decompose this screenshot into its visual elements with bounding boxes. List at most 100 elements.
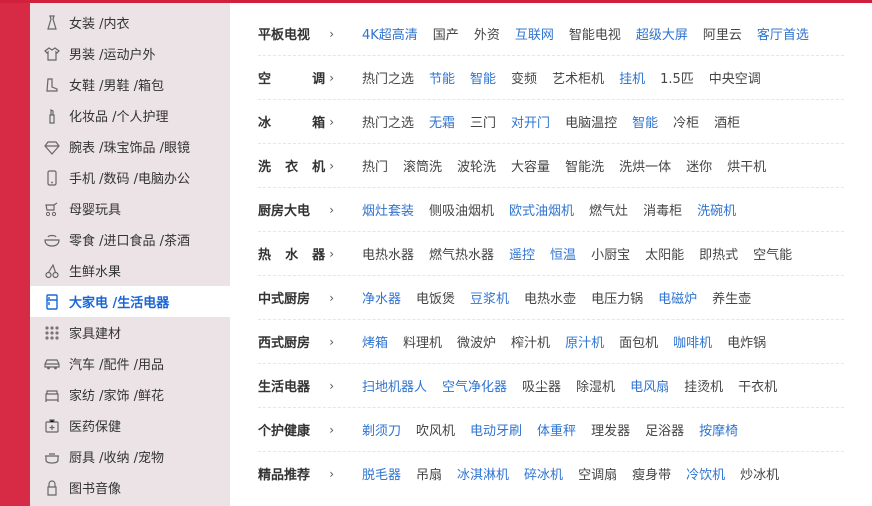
- subcategory-link[interactable]: 料理机: [403, 332, 442, 351]
- subcategory-link[interactable]: 体重秤: [537, 420, 576, 439]
- sidebar-item[interactable]: 女鞋 /男鞋 /箱包: [30, 69, 230, 100]
- subcategory-link[interactable]: 烟灶套装: [362, 200, 414, 219]
- subcategory-link[interactable]: 电饭煲: [416, 288, 455, 307]
- subcategory-link[interactable]: 碎冰机: [524, 464, 563, 483]
- subcategory-link[interactable]: 电脑温控: [565, 112, 617, 131]
- subcategory-link[interactable]: 足浴器: [645, 420, 684, 439]
- subcategory-link[interactable]: 面包机: [619, 332, 658, 351]
- subcategory-link[interactable]: 扫地机器人: [362, 376, 427, 395]
- subcategory-link[interactable]: 阿里云: [703, 24, 742, 43]
- subcategory-link[interactable]: 除湿机: [576, 376, 615, 395]
- subcategory-link[interactable]: 中央空调: [709, 68, 761, 87]
- sidebar-item[interactable]: 男装 /运动户外: [30, 38, 230, 69]
- subcategory-link[interactable]: 空气能: [753, 244, 792, 263]
- subcategory-link[interactable]: 榨汁机: [511, 332, 550, 351]
- subcategory-link[interactable]: 互联网: [515, 24, 554, 43]
- subcategory-link[interactable]: 电热水壶: [524, 288, 576, 307]
- category-title[interactable]: 个护健康 ›: [258, 420, 334, 440]
- subcategory-link[interactable]: 节能: [429, 68, 455, 87]
- subcategory-link[interactable]: 烤箱: [362, 332, 388, 351]
- subcategory-link[interactable]: 侧吸油烟机: [429, 200, 494, 219]
- subcategory-link[interactable]: 智能洗: [565, 156, 604, 175]
- subcategory-link[interactable]: 冰淇淋机: [457, 464, 509, 483]
- subcategory-link[interactable]: 养生壶: [712, 288, 751, 307]
- subcategory-link[interactable]: 电炸锅: [727, 332, 766, 351]
- subcategory-link[interactable]: 1.5匹: [660, 68, 694, 87]
- sidebar-item[interactable]: 大家电 /生活电器: [30, 286, 230, 317]
- subcategory-link[interactable]: 超级大屏: [636, 24, 688, 43]
- sidebar-item[interactable]: 手机 /数码 /电脑办公: [30, 162, 230, 193]
- subcategory-link[interactable]: 冷柜: [673, 112, 699, 131]
- subcategory-link[interactable]: 电热水器: [362, 244, 414, 263]
- subcategory-link[interactable]: 燃气热水器: [429, 244, 494, 263]
- subcategory-link[interactable]: 电风扇: [630, 376, 669, 395]
- subcategory-link[interactable]: 挂机: [619, 68, 645, 87]
- subcategory-link[interactable]: 吸尘器: [522, 376, 561, 395]
- subcategory-link[interactable]: 吊扇: [416, 464, 442, 483]
- sidebar-item[interactable]: 母婴玩具: [30, 193, 230, 224]
- subcategory-link[interactable]: 迷你: [686, 156, 712, 175]
- subcategory-link[interactable]: 冷饮机: [686, 464, 725, 483]
- subcategory-link[interactable]: 原汁机: [565, 332, 604, 351]
- category-title[interactable]: 生活电器 ›: [258, 376, 334, 396]
- sidebar-item[interactable]: 家具建材: [30, 317, 230, 348]
- sidebar-item[interactable]: 生鲜水果: [30, 255, 230, 286]
- sidebar-item[interactable]: 厨具 /收纳 /宠物: [30, 441, 230, 472]
- subcategory-link[interactable]: 无霜: [429, 112, 455, 131]
- subcategory-link[interactable]: 炒冰机: [740, 464, 779, 483]
- subcategory-link[interactable]: 咖啡机: [673, 332, 712, 351]
- subcategory-link[interactable]: 干衣机: [738, 376, 777, 395]
- subcategory-link[interactable]: 滚筒洗: [403, 156, 442, 175]
- subcategory-link[interactable]: 艺术柜机: [552, 68, 604, 87]
- category-title[interactable]: 空调 ›: [258, 68, 334, 88]
- category-title[interactable]: 热水器 ›: [258, 244, 334, 264]
- subcategory-link[interactable]: 豆浆机: [470, 288, 509, 307]
- subcategory-link[interactable]: 智能: [632, 112, 658, 131]
- subcategory-link[interactable]: 电动牙刷: [470, 420, 522, 439]
- subcategory-link[interactable]: 热门之选: [362, 68, 414, 87]
- sidebar-item[interactable]: 化妆品 /个人护理: [30, 100, 230, 131]
- subcategory-link[interactable]: 即热式: [699, 244, 738, 263]
- subcategory-link[interactable]: 净水器: [362, 288, 401, 307]
- subcategory-link[interactable]: 挂烫机: [684, 376, 723, 395]
- subcategory-link[interactable]: 国产: [433, 24, 459, 43]
- category-title[interactable]: 中式厨房 ›: [258, 288, 334, 308]
- subcategory-link[interactable]: 洗烘一体: [619, 156, 671, 175]
- sidebar-item[interactable]: 家纺 /家饰 /鲜花: [30, 379, 230, 410]
- subcategory-link[interactable]: 小厨宝: [591, 244, 630, 263]
- sidebar-item[interactable]: 汽车 /配件 /用品: [30, 348, 230, 379]
- subcategory-link[interactable]: 智能: [470, 68, 496, 87]
- subcategory-link[interactable]: 烘干机: [727, 156, 766, 175]
- sidebar-item[interactable]: 图书音像: [30, 472, 230, 503]
- category-title[interactable]: 厨房大电 ›: [258, 200, 334, 220]
- subcategory-link[interactable]: 剃须刀: [362, 420, 401, 439]
- subcategory-link[interactable]: 燃气灶: [589, 200, 628, 219]
- subcategory-link[interactable]: 对开门: [511, 112, 550, 131]
- category-title[interactable]: 精品推荐 ›: [258, 464, 334, 484]
- sidebar-item[interactable]: 零食 /进口食品 /茶酒: [30, 224, 230, 255]
- subcategory-link[interactable]: 智能电视: [569, 24, 621, 43]
- subcategory-link[interactable]: 客厅首选: [757, 24, 809, 43]
- subcategory-link[interactable]: 外资: [474, 24, 500, 43]
- sidebar-item[interactable]: 医药保健: [30, 410, 230, 441]
- subcategory-link[interactable]: 脱毛器: [362, 464, 401, 483]
- subcategory-link[interactable]: 遥控: [509, 244, 535, 263]
- subcategory-link[interactable]: 微波炉: [457, 332, 496, 351]
- sidebar-item[interactable]: 女装 /内衣: [30, 7, 230, 38]
- category-title[interactable]: 西式厨房 ›: [258, 332, 334, 352]
- subcategory-link[interactable]: 瘦身带: [632, 464, 671, 483]
- subcategory-link[interactable]: 消毒柜: [643, 200, 682, 219]
- subcategory-link[interactable]: 电压力锅: [591, 288, 643, 307]
- subcategory-link[interactable]: 理发器: [591, 420, 630, 439]
- subcategory-link[interactable]: 大容量: [511, 156, 550, 175]
- category-title[interactable]: 冰箱 ›: [258, 112, 334, 132]
- subcategory-link[interactable]: 恒温: [550, 244, 576, 263]
- subcategory-link[interactable]: 欧式油烟机: [509, 200, 574, 219]
- subcategory-link[interactable]: 4K超高清: [362, 24, 418, 43]
- sidebar-item[interactable]: 腕表 /珠宝饰品 /眼镜: [30, 131, 230, 162]
- subcategory-link[interactable]: 空气净化器: [442, 376, 507, 395]
- category-title[interactable]: 洗衣机 ›: [258, 156, 334, 176]
- subcategory-link[interactable]: 热门: [362, 156, 388, 175]
- subcategory-link[interactable]: 按摩椅: [699, 420, 738, 439]
- subcategory-link[interactable]: 洗碗机: [697, 200, 736, 219]
